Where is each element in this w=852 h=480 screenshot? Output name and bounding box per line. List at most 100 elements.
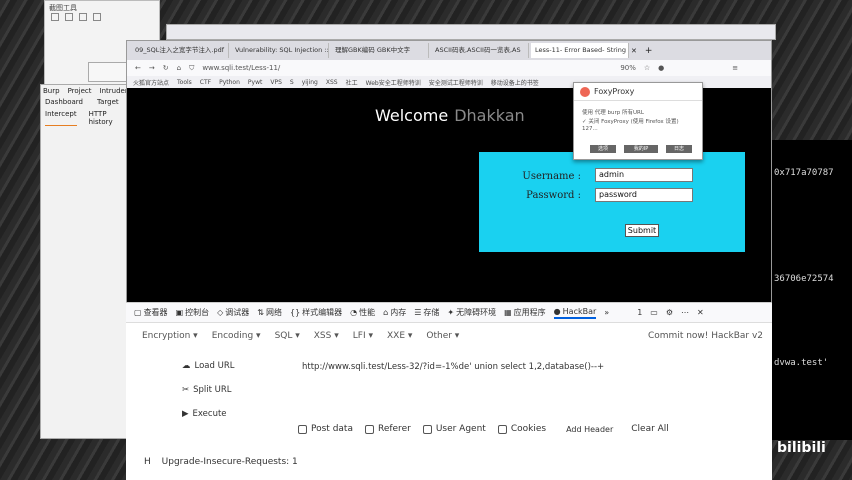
close-tab-icon[interactable]: ✕ [631, 47, 637, 55]
user-agent-checkbox[interactable]: User Agent [422, 424, 486, 434]
tab-http-history[interactable]: HTTP history [89, 110, 129, 126]
devtools-tab[interactable]: ✦ 无障碍环境 [447, 307, 496, 318]
home-icon[interactable]: ⌂ [177, 64, 181, 72]
devtools-tab[interactable]: ⌂ 内存 [383, 307, 406, 318]
bookmark-item[interactable]: Python [219, 79, 240, 86]
browser-tab-active[interactable]: Less-11- Error Based- String [531, 43, 629, 58]
hackbar-commit-link[interactable]: Commit now! HackBar v2 [648, 331, 763, 341]
bookmark-item[interactable]: 安全测试工程师特训 [429, 78, 483, 87]
hackbar-url-input[interactable]: http://www.sqli.test/Less-32/?id=-1%de' … [302, 362, 604, 372]
burp-menu-item[interactable]: Intruder [100, 87, 128, 95]
toolbar-icon[interactable] [93, 13, 101, 21]
dock-icon[interactable]: ▭ [650, 308, 658, 317]
settings-icon[interactable]: ⚙ [666, 308, 673, 317]
bookmark-item[interactable]: yijing [302, 79, 318, 86]
referer-checkbox[interactable]: Referer [364, 424, 411, 434]
bookmark-item[interactable]: VPS [270, 79, 282, 86]
devtools-tab[interactable]: ▦ 应用程序 [504, 307, 546, 318]
background-browser-window[interactable] [166, 24, 776, 40]
shield-icon[interactable]: ⛉ [189, 64, 194, 73]
devtools-tab[interactable]: ▣ 控制台 [176, 307, 210, 318]
bookmark-item[interactable]: Web安全工程师特训 [366, 78, 421, 87]
foxyproxy-log-button[interactable]: 日志 [666, 145, 692, 153]
reload-icon[interactable]: ↻ [163, 64, 169, 72]
devtools-panel: ▢ 查看器 ▣ 控制台 ◇ 调试器 ⇅ 网络 {} 样式编辑器 ◔ 性能 ⌂ 内存 ☰ 存储 ✦ 无障碍环境 ▦ 应用… [126, 302, 772, 480]
bookmark-item[interactable]: 社工 [346, 78, 358, 87]
more-menu-icon[interactable]: ⋯ [681, 308, 689, 317]
new-tab-icon[interactable]: + [645, 46, 653, 56]
toolbar [51, 13, 101, 21]
toolbar-icon[interactable] [51, 13, 59, 21]
submit-button[interactable]: Submit [625, 224, 659, 237]
devtools-tab[interactable]: ◔ 性能 [350, 307, 375, 318]
bookmark-item[interactable]: 火狐官方站点 [133, 78, 169, 87]
burp-suite-window[interactable]: Burp Project Intruder Dashboard Target I… [40, 84, 130, 439]
foxyproxy-option[interactable]: ✓ 关闭 FoxyProxy (使用 Firefox 设置) [582, 117, 679, 125]
tab-intercept[interactable]: Intercept [45, 110, 77, 126]
browser-tab[interactable]: Vulnerability: SQL Injection :: D [231, 43, 329, 58]
browser-tab[interactable]: ASCII码表,ASCII码一览表,AS [431, 43, 529, 58]
forward-icon[interactable]: → [149, 64, 155, 72]
bookmark-item[interactable]: Tools [177, 79, 192, 86]
bookmark-item[interactable]: S [290, 79, 294, 86]
devtools-tab-label: 调试器 [225, 308, 250, 317]
devtools-tab[interactable]: ◇ 调试器 [217, 307, 249, 318]
terminal-window: 0x717a70787 36706e72574 dvwa.test' [770, 140, 852, 440]
foxyproxy-option[interactable]: 127... [582, 126, 598, 132]
burp-menu-item[interactable]: Project [68, 87, 92, 95]
hackbar-menu-item[interactable]: Encoding ▾ [212, 331, 261, 345]
burp-menu-item[interactable]: Burp [43, 87, 60, 95]
toolbar-icon[interactable] [65, 13, 73, 21]
star-icon[interactable]: ☆ [644, 64, 650, 72]
devtools-tab-label: 网络 [265, 308, 282, 317]
tab-dashboard[interactable]: Dashboard [45, 98, 83, 106]
clear-all-button[interactable]: Clear All [631, 424, 669, 434]
devtools-toolbar: ▢ 查看器 ▣ 控制台 ◇ 调试器 ⇅ 网络 {} 样式编辑器 ◔ 性能 ⌂ 内存 ☰ 存储 ✦ 无障碍环境 ▦ 应用… [126, 303, 772, 323]
split-url-label: Split URL [193, 385, 232, 395]
extension-icon[interactable]: ● [658, 64, 664, 72]
split-url-button[interactable]: ✂ Split URL [182, 385, 232, 395]
more-tools-icon[interactable]: » [604, 308, 609, 317]
close-icon[interactable]: ✕ [697, 308, 704, 317]
username-field[interactable]: admin [595, 168, 693, 182]
bookmark-item[interactable]: 移动设备上的书签 [491, 78, 539, 87]
add-header-button[interactable]: Add Header [566, 425, 613, 434]
load-url-button[interactable]: ☁ Load URL [182, 361, 234, 371]
devtools-tab[interactable]: ⇅ 网络 [257, 307, 282, 318]
post-data-checkbox[interactable]: Post data [298, 424, 353, 434]
devtools-tab-label: 无障碍环境 [456, 308, 497, 317]
url-bar[interactable]: ← → ↻ ⌂ ⛉ www.sqli.test/Less-11/ 90% ☆ ●… [127, 60, 771, 76]
hackbar-menu-item[interactable]: LFI ▾ [353, 331, 373, 345]
header-value: Upgrade-Insecure-Requests: 1 [161, 457, 298, 467]
cookies-checkbox[interactable]: Cookies [497, 424, 546, 434]
foxyproxy-options-button[interactable]: 选项 [590, 145, 616, 153]
toolbar-icon[interactable] [79, 13, 87, 21]
bookmark-item[interactable]: Pywt [248, 79, 262, 86]
browser-tab[interactable]: 09_SQL注入之宽字节注入.pdf [131, 43, 229, 58]
devtools-tab[interactable]: ▢ 查看器 [134, 307, 168, 318]
menu-icon[interactable]: ≡ [732, 64, 738, 72]
foxyproxy-option[interactable]: 使用 代理 burp 所有URL [582, 108, 644, 116]
bookmark-item[interactable]: XSS [326, 79, 338, 86]
back-icon[interactable]: ← [135, 64, 141, 72]
execute-button[interactable]: ▶ Execute [182, 409, 227, 419]
error-count[interactable]: 1 [637, 308, 642, 317]
browser-tab[interactable]: 理解GBK编码 GBK中文字 [331, 43, 429, 58]
foxyproxy-myip-button[interactable]: 我的IP [624, 145, 658, 153]
tab-target[interactable]: Target [97, 98, 119, 106]
devtools-tab-label: HackBar [562, 306, 597, 316]
devtools-tab[interactable]: ● HackBar [553, 306, 597, 319]
hackbar-menu-item[interactable]: XXE ▾ [387, 331, 412, 345]
hackbar-menu-item[interactable]: SQL ▾ [275, 331, 300, 345]
url-text[interactable]: www.sqli.test/Less-11/ [202, 64, 492, 72]
bookmark-item[interactable]: CTF [200, 79, 211, 86]
hackbar-menu-item[interactable]: XSS ▾ [314, 331, 339, 345]
devtools-tab[interactable]: ☰ 存储 [414, 307, 439, 318]
hackbar-menu-item[interactable]: Other ▾ [426, 331, 459, 345]
devtools-tab[interactable]: {} 样式编辑器 [290, 307, 342, 318]
zoom-level[interactable]: 90% [620, 64, 636, 72]
header-row[interactable]: H Upgrade-Insecure-Requests: 1 [144, 457, 298, 467]
devtools-tab-icon: ☰ [414, 308, 422, 317]
hackbar-menu-item[interactable]: Encryption ▾ [142, 331, 198, 345]
password-field[interactable]: password [595, 188, 693, 202]
